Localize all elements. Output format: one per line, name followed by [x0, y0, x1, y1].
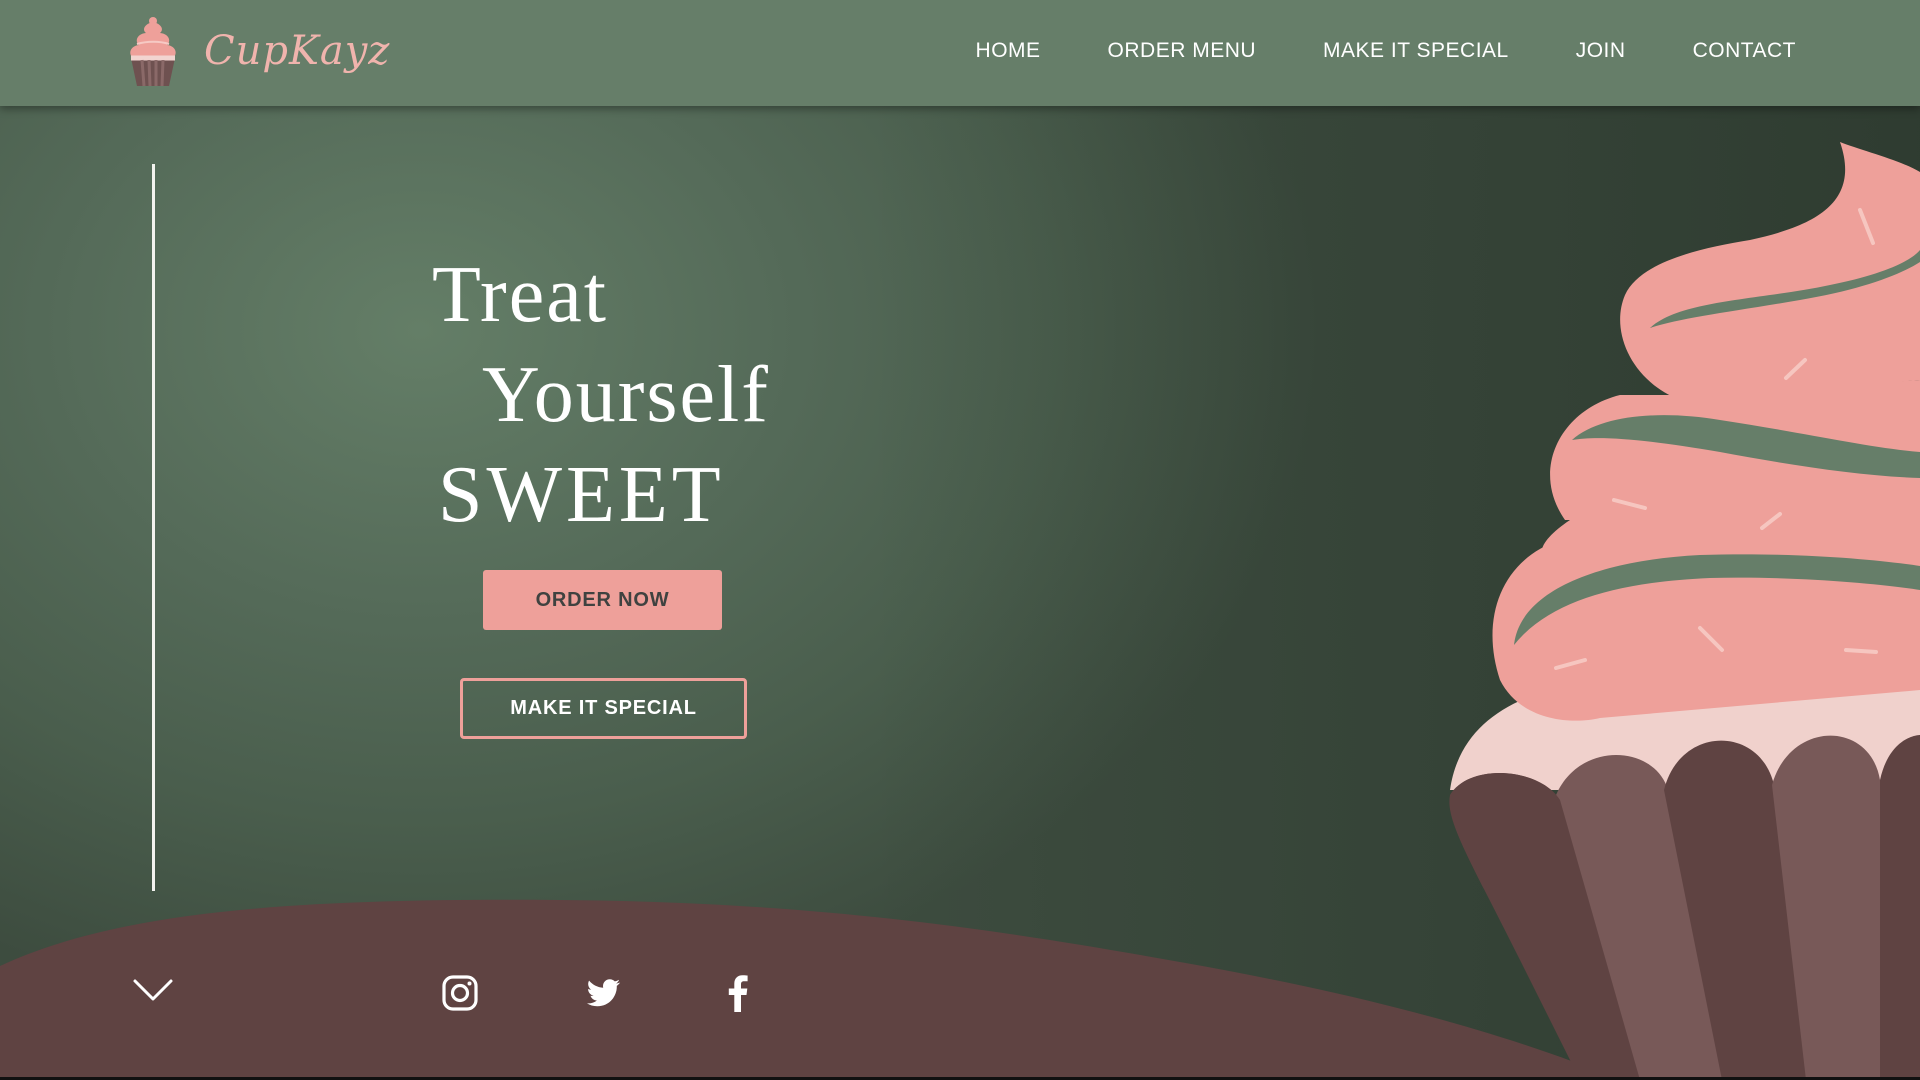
brand-name: CupKayz: [204, 28, 391, 74]
nav-join[interactable]: JOIN: [1576, 39, 1626, 63]
nav-home[interactable]: HOME: [976, 39, 1041, 63]
make-it-special-button[interactable]: MAKE IT SPECIAL: [460, 678, 747, 739]
instagram-icon[interactable]: [440, 973, 480, 1013]
chevron-down-icon[interactable]: [132, 975, 174, 1005]
hero-line-sweet: SWEET: [438, 451, 725, 539]
chocolate-wave: [0, 899, 1620, 1080]
nav-order-menu[interactable]: ORDER MENU: [1108, 39, 1257, 63]
hero-headline: Treat Yourself SWEET: [432, 245, 770, 545]
twitter-icon[interactable]: [583, 973, 623, 1013]
hero-line-treat: Treat: [432, 251, 608, 339]
nav-contact[interactable]: CONTACT: [1693, 39, 1796, 63]
facebook-icon[interactable]: [718, 973, 758, 1013]
brand-logo[interactable]: CupKayz: [122, 14, 390, 88]
order-now-button[interactable]: ORDER NOW: [483, 570, 722, 630]
vertical-divider: [152, 164, 155, 891]
hero-line-yourself: Yourself: [482, 351, 770, 439]
site-header: CupKayz HOME ORDER MENU MAKE IT SPECIAL …: [0, 0, 1920, 106]
nav-make-it-special[interactable]: MAKE IT SPECIAL: [1323, 39, 1509, 63]
main-nav: HOME ORDER MENU MAKE IT SPECIAL JOIN CON…: [909, 0, 1796, 102]
landing-page: CupKayz HOME ORDER MENU MAKE IT SPECIAL …: [0, 0, 1920, 1080]
cupcake-icon: [130, 17, 176, 87]
